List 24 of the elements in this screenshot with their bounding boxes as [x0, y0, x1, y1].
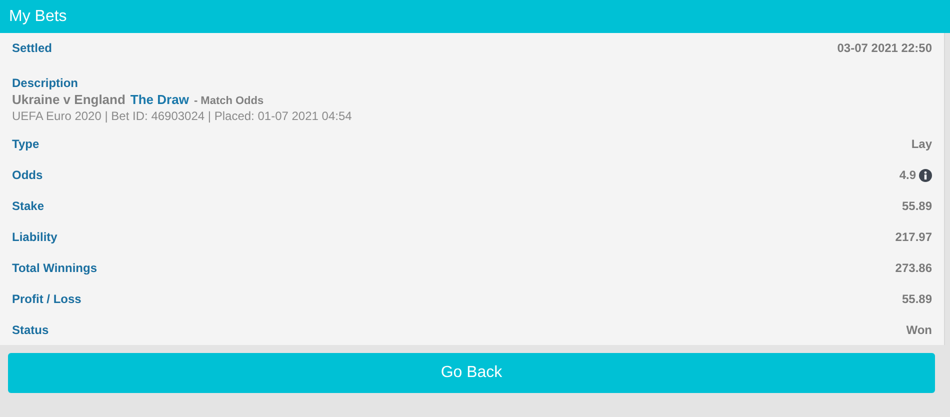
field-value: 55.89	[902, 199, 932, 214]
field-label: Settled	[12, 40, 52, 55]
event-name: Ukraine v England	[12, 92, 126, 107]
field-label: Total Winnings	[12, 260, 97, 275]
go-back-button[interactable]: Go Back	[8, 353, 935, 393]
field-value: Lay	[911, 137, 932, 152]
field-label: Description	[12, 76, 80, 90]
field-label: Type	[12, 137, 40, 152]
info-icon[interactable]	[919, 168, 932, 182]
field-label: Status	[12, 322, 49, 337]
field-label: Stake	[12, 199, 44, 214]
field-value: 217.97	[895, 230, 932, 244]
field-value: Won	[906, 322, 932, 337]
field-value: 273.86	[895, 260, 932, 275]
field-value: 03-07 2021 22:50	[837, 40, 932, 55]
field-value: 55.89	[902, 292, 932, 306]
selection-name: The Draw	[130, 92, 189, 107]
field-label: Liability	[12, 230, 58, 244]
field-label: Odds	[12, 168, 43, 182]
field-label: Profit / Loss	[12, 292, 82, 306]
market-name: - Match Odds	[194, 94, 264, 107]
bet-details: UEFA Euro 2020 | Bet ID: 46903024 | Placed: 01-07 2021 04:54	[12, 108, 353, 123]
header-title: My Bets	[9, 8, 67, 26]
field-value: 4.9	[899, 168, 916, 182]
